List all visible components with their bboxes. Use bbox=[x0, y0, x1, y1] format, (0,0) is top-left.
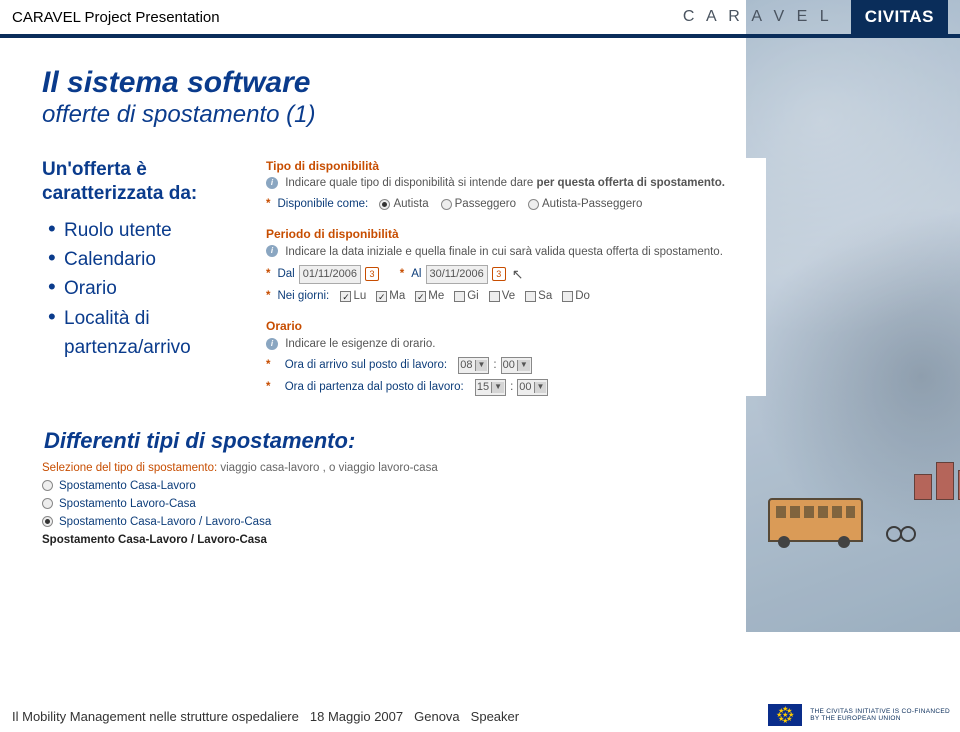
eu-flag-icon bbox=[768, 704, 802, 726]
radio-both[interactable]: Spostamento Casa-Lavoro / Lavoro-Casa bbox=[42, 516, 502, 528]
header-logos: C A R A V E L CIVITAS bbox=[683, 0, 948, 37]
tipo-title: Tipo di disponibilità bbox=[266, 158, 766, 174]
radio-casa-lavoro[interactable]: Spostamento Casa-Lavoro bbox=[42, 480, 502, 492]
footer-text-1: Il Mobility Management nelle strutture o… bbox=[12, 709, 299, 724]
footer-text-4: Speaker bbox=[471, 709, 519, 724]
list-item: Ruolo utente bbox=[42, 216, 254, 245]
day-ma[interactable]: Ma bbox=[376, 289, 405, 305]
selection-final: Spostamento Casa-Lavoro / Lavoro-Casa bbox=[42, 534, 502, 546]
slide-subtitle: offerte di spostamento (1) bbox=[42, 101, 918, 129]
day-do[interactable]: Do bbox=[562, 289, 590, 305]
eu-credit: THE CIVITAS INITIATIVE IS CO-FINANCEDBY … bbox=[810, 708, 950, 722]
footer-text-2: 18 Maggio 2007 bbox=[310, 709, 403, 724]
offer-list: Ruolo utente Calendario Orario Località … bbox=[42, 216, 254, 363]
radio-autista[interactable]: Autista bbox=[379, 197, 428, 213]
calendar-icon[interactable]: 3 bbox=[365, 267, 379, 281]
offer-description: Un'offerta è caratterizzata da: Ruolo ut… bbox=[42, 158, 254, 410]
info-icon: i bbox=[266, 338, 278, 350]
list-item: Orario bbox=[42, 274, 254, 303]
radio-lavoro-casa[interactable]: Spostamento Lavoro-Casa bbox=[42, 498, 502, 510]
day-gi[interactable]: Gi bbox=[454, 289, 479, 305]
partenza-min[interactable]: 00▼ bbox=[517, 379, 548, 396]
radio-autista-passeggero[interactable]: Autista-Passeggero bbox=[528, 197, 642, 213]
caravel-logo: C A R A V E L bbox=[683, 8, 833, 26]
civitas-logo: CIVITAS bbox=[851, 0, 948, 37]
dal-field[interactable]: 01/11/2006 bbox=[299, 265, 361, 284]
day-me[interactable]: Me bbox=[415, 289, 444, 305]
day-lu[interactable]: Lu bbox=[340, 289, 366, 305]
partenza-hour[interactable]: 15▼ bbox=[475, 379, 506, 396]
arrivo-min[interactable]: 00▼ bbox=[501, 357, 532, 374]
slide-footer: Il Mobility Management nelle strutture o… bbox=[0, 700, 960, 732]
calendar-icon[interactable]: 3 bbox=[492, 267, 506, 281]
slide-header: CARAVEL Project Presentation C A R A V E… bbox=[0, 0, 960, 38]
info-icon: i bbox=[266, 177, 278, 189]
footer-text-3: Genova bbox=[414, 709, 460, 724]
radio-passeggero[interactable]: Passeggero bbox=[441, 197, 516, 213]
lower-title: Differenti tipi di spostamento: bbox=[44, 428, 918, 454]
form-screenshot: Tipo di disponibilità i Indicare quale t… bbox=[266, 158, 766, 396]
disponibile-label: Disponibile come: bbox=[277, 197, 368, 213]
list-item: Calendario bbox=[42, 245, 254, 274]
offer-lead: Un'offerta è caratterizzata da: bbox=[42, 158, 254, 206]
arrivo-hour[interactable]: 08▼ bbox=[458, 357, 489, 374]
day-ve[interactable]: Ve bbox=[489, 289, 515, 305]
periodo-title: Periodo di disponibilità bbox=[266, 226, 766, 242]
al-field[interactable]: 30/11/2006 bbox=[426, 265, 488, 284]
orario-title: Orario bbox=[266, 318, 766, 334]
cursor-icon: ↖ bbox=[512, 265, 524, 284]
list-item: Località di partenza/arrivo bbox=[42, 304, 254, 363]
day-sa[interactable]: Sa bbox=[525, 289, 552, 305]
header-title: CARAVEL Project Presentation bbox=[12, 9, 220, 26]
selection-panel: Selezione del tipo di spostamento: viagg… bbox=[42, 462, 502, 546]
info-icon: i bbox=[266, 245, 278, 257]
slide-title: Il sistema software offerte di spostamen… bbox=[42, 66, 918, 128]
